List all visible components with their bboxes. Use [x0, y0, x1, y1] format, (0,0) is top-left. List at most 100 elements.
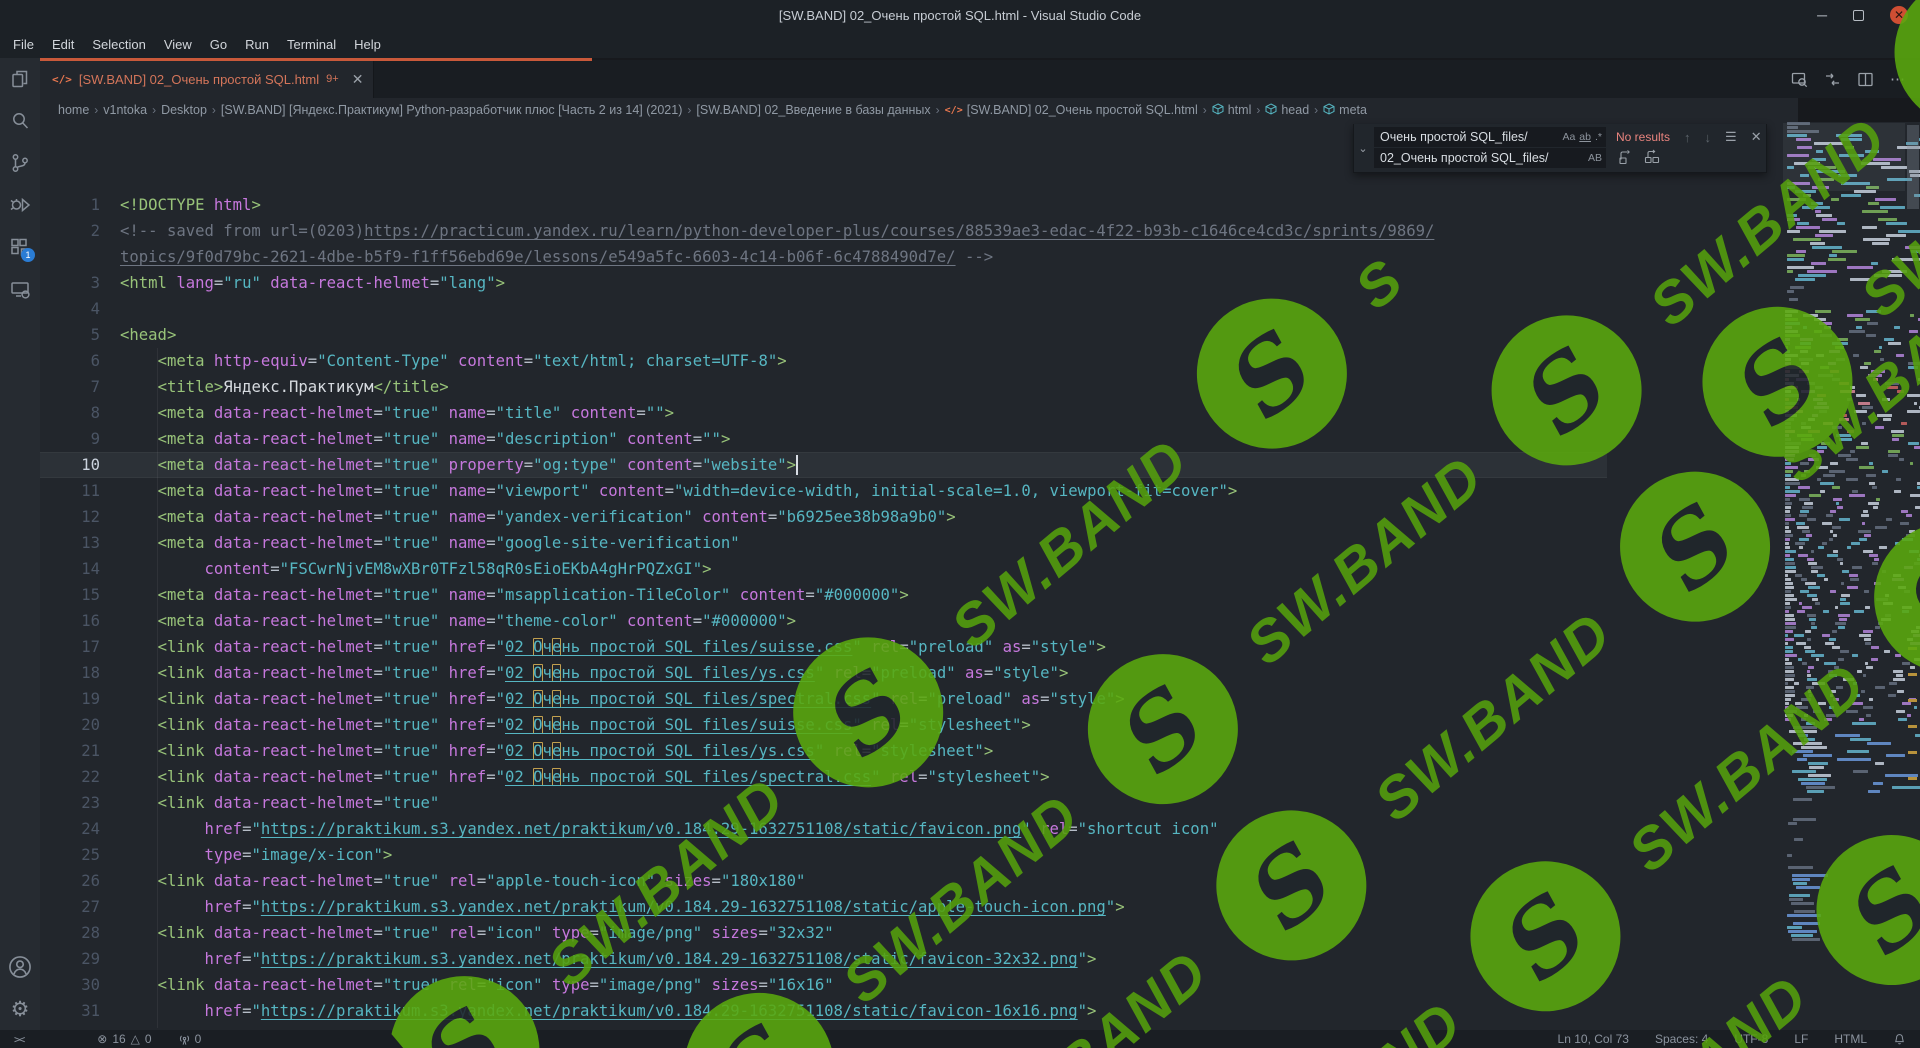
code-line: 16 <meta data-react-helmet="true" name="… — [40, 608, 1607, 634]
eol-indicator[interactable]: LF — [1794, 1032, 1808, 1046]
warnings-icon: △ — [131, 1032, 140, 1046]
breadcrumb-separator: › — [212, 103, 216, 117]
code-line: 22 <link data-react-helmet="true" href="… — [40, 764, 1607, 790]
menu-bar: FileEditSelectionViewGoRunTerminalHelp — [0, 30, 1920, 58]
line-number: 22 — [40, 764, 120, 790]
editor-pane[interactable]: 1<!DOCTYPE html>2<!-- saved from url=(02… — [40, 122, 1920, 1030]
line-col-indicator[interactable]: Ln 10, Col 73 — [1558, 1032, 1629, 1046]
replace-all-icon[interactable] — [1644, 149, 1660, 168]
breadcrumb-separator: › — [687, 103, 691, 117]
compare-changes-icon[interactable] — [1824, 71, 1841, 88]
menu-item-edit[interactable]: Edit — [43, 33, 83, 56]
code-line: 26 <link data-react-helmet="true" rel="a… — [40, 868, 1607, 894]
line-number: 2 — [40, 218, 120, 244]
close-icon[interactable]: ✕ — [1890, 6, 1908, 24]
code-line: 13 <meta data-react-helmet="true" name="… — [40, 530, 1607, 556]
breadcrumb-label: [SW.BAND] 02_Очень простой SQL.html — [967, 103, 1198, 117]
remote-window-icon[interactable] — [0, 268, 40, 310]
source-control-icon[interactable] — [0, 142, 40, 184]
find-in-selection-icon[interactable]: ☰ — [1725, 129, 1737, 145]
minimap-slider[interactable] — [1783, 123, 1905, 191]
line-number: 21 — [40, 738, 120, 764]
symbol-cube-icon — [1212, 103, 1224, 118]
breadcrumb-item[interactable]: v1ntoka — [103, 103, 147, 117]
whole-word-icon[interactable]: ab — [1579, 131, 1591, 143]
match-case-icon[interactable]: Aa — [1562, 131, 1575, 143]
breadcrumb-item[interactable]: home — [58, 103, 89, 117]
line-number: 9 — [40, 426, 120, 452]
line-number: 31 — [40, 998, 120, 1024]
line-number: 29 — [40, 946, 120, 972]
status-bar: >< ⊗ 16 △ 0 0 Ln 10, Col 73 Spaces: 4 UT… — [0, 1030, 1920, 1048]
explorer-icon[interactable] — [0, 58, 40, 100]
extensions-icon[interactable]: 1 — [0, 226, 40, 268]
menu-item-view[interactable]: View — [155, 33, 201, 56]
line-number — [40, 244, 120, 270]
tab-label: [SW.BAND] 02_Очень простой SQL.html — [79, 72, 319, 87]
settings-gear-icon[interactable]: ⚙ — [0, 988, 40, 1030]
code-area: 1<!DOCTYPE html>2<!-- saved from url=(02… — [40, 192, 1607, 1030]
code-line: 3<html lang="ru" data-react-helmet="lang… — [40, 270, 1607, 296]
breadcrumb-item[interactable]: [SW.BAND] [Яндекс.Практикум] Python-разр… — [221, 103, 682, 117]
breadcrumb-item[interactable]: </>[SW.BAND] 02_Очень простой SQL.html — [945, 103, 1198, 117]
breadcrumb-item[interactable]: [SW.BAND] 02_Введение в базы данных — [696, 103, 930, 117]
code-line: 4 — [40, 296, 1607, 322]
account-icon[interactable] — [0, 946, 40, 988]
menu-item-go[interactable]: Go — [201, 33, 236, 56]
ports-count: 0 — [195, 1032, 202, 1046]
preserve-case-icon[interactable]: AB — [1588, 152, 1602, 164]
replace-input[interactable]: 02_Очень простой SQL_files/ AB — [1374, 148, 1606, 168]
line-number: 20 — [40, 712, 120, 738]
find-result-count: No results — [1616, 130, 1670, 144]
find-replace-widget: ⌄ Очень простой SQL_files/ Aa ab .* No r… — [1353, 124, 1767, 173]
code-line: 29 href="https://praktikum.s3.yandex.net… — [40, 946, 1607, 972]
next-match-icon[interactable]: ↓ — [1705, 130, 1712, 145]
run-debug-icon[interactable] — [0, 184, 40, 226]
regex-icon[interactable]: .* — [1595, 131, 1602, 143]
find-input[interactable]: Очень простой SQL_files/ Aa ab .* — [1374, 127, 1606, 147]
previous-match-icon[interactable]: ↑ — [1684, 130, 1691, 145]
indentation-indicator[interactable]: Spaces: 4 — [1655, 1032, 1708, 1046]
code-line: 5<head> — [40, 322, 1607, 348]
minimap[interactable] — [1783, 122, 1905, 1030]
overview-ruler-mark — [1908, 751, 1917, 754]
problems-indicator[interactable]: ⊗ 16 △ 0 — [97, 1032, 151, 1046]
menu-item-selection[interactable]: Selection — [83, 33, 154, 56]
search-icon[interactable] — [0, 100, 40, 142]
code-line: 20 <link data-react-helmet="true" href="… — [40, 712, 1607, 738]
scrollbar-slider[interactable] — [1907, 125, 1919, 209]
menu-item-terminal[interactable]: Terminal — [278, 33, 345, 56]
menu-item-help[interactable]: Help — [345, 33, 390, 56]
split-editor-icon[interactable] — [1857, 71, 1874, 88]
breadcrumb: home›v1ntoka›Desktop›[SW.BAND] [Яндекс.П… — [40, 98, 1798, 122]
minimize-icon[interactable]: ─ — [1817, 10, 1827, 20]
tab-active-file[interactable]: </> [SW.BAND] 02_Очень простой SQL.html … — [40, 60, 374, 98]
overview-ruler-mark — [1908, 699, 1917, 702]
warnings-count: 0 — [145, 1032, 152, 1046]
breadcrumb-item[interactable]: head — [1265, 103, 1309, 118]
toggle-replace-chevron-icon[interactable]: ⌄ — [1354, 124, 1372, 172]
line-number: 15 — [40, 582, 120, 608]
line-number: 26 — [40, 868, 120, 894]
more-actions-icon[interactable]: ⋯ — [1890, 70, 1906, 88]
close-find-icon[interactable]: ✕ — [1751, 129, 1762, 145]
vertical-scrollbar[interactable] — [1906, 122, 1920, 1030]
replace-one-icon[interactable] — [1618, 149, 1634, 168]
language-mode-indicator[interactable]: HTML — [1834, 1032, 1867, 1046]
text-cursor — [796, 455, 798, 475]
breadcrumb-item[interactable]: Desktop — [161, 103, 207, 117]
menu-item-file[interactable]: File — [4, 33, 43, 56]
breadcrumb-item[interactable]: meta — [1323, 103, 1367, 118]
tab-close-icon[interactable]: ✕ — [352, 71, 364, 88]
menu-item-run[interactable]: Run — [236, 33, 278, 56]
notifications-bell-icon[interactable] — [1893, 1033, 1906, 1046]
breadcrumb-label: [SW.BAND] 02_Введение в базы данных — [696, 103, 930, 117]
encoding-indicator[interactable]: UTF-8 — [1734, 1032, 1768, 1046]
open-preview-icon[interactable] — [1791, 71, 1808, 88]
line-number: 17 — [40, 634, 120, 660]
code-line: 18 <link data-react-helmet="true" href="… — [40, 660, 1607, 686]
remote-indicator[interactable]: >< — [14, 1033, 23, 1046]
breadcrumb-item[interactable]: html — [1212, 103, 1252, 118]
maximize-icon[interactable] — [1853, 10, 1864, 21]
ports-indicator[interactable]: 0 — [178, 1032, 202, 1046]
